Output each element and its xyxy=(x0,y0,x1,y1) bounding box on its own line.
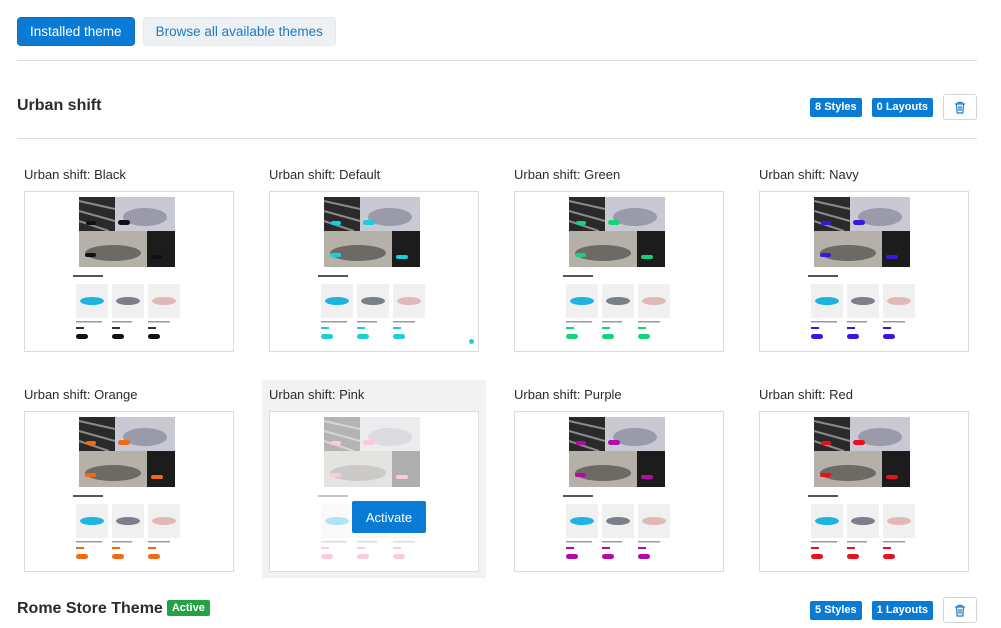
style-card[interactable]: Urban shift: Black xyxy=(17,160,241,358)
style-preview-thumbnail[interactable] xyxy=(514,411,724,572)
style-card[interactable]: Urban shift: Red xyxy=(752,380,976,578)
layouts-count-badge: 0 Layouts xyxy=(871,97,933,117)
delete-theme-button[interactable] xyxy=(943,94,977,120)
style-card[interactable]: Urban shift: Default xyxy=(262,160,486,358)
style-card-label: Urban shift: Orange xyxy=(24,387,138,402)
chat-bubble-icon xyxy=(469,339,474,344)
divider xyxy=(17,138,977,139)
trash-icon xyxy=(955,101,965,114)
storefront-preview-image xyxy=(808,417,915,559)
styles-count-badge: 5 Styles xyxy=(810,600,862,620)
style-card-label: Urban shift: Red xyxy=(759,387,853,402)
theme-badges: 8 Styles 0 Layouts xyxy=(810,94,977,120)
active-badge: Active xyxy=(166,600,210,616)
styles-count-badge: 8 Styles xyxy=(810,97,862,117)
activate-style-button[interactable]: Activate xyxy=(352,501,426,533)
storefront-preview-image xyxy=(73,417,180,559)
theme-title-rome-store: Rome Store Theme Active xyxy=(17,600,210,618)
trash-icon xyxy=(955,604,965,617)
style-preview-thumbnail[interactable] xyxy=(759,411,969,572)
divider xyxy=(17,60,977,61)
installed-theme-tab[interactable]: Installed theme xyxy=(17,17,135,46)
style-card-label: Urban shift: Black xyxy=(24,167,126,182)
style-card-label: Urban shift: Navy xyxy=(759,167,859,182)
layouts-count-badge: 1 Layouts xyxy=(871,600,933,620)
theme-tabs: Installed theme Browse all available the… xyxy=(17,17,336,46)
storefront-preview-image xyxy=(808,197,915,339)
style-card[interactable]: Urban shift: Purple xyxy=(507,380,731,578)
style-preview-thumbnail[interactable] xyxy=(24,411,234,572)
theme-title-urban-shift: Urban shift xyxy=(17,97,102,114)
style-card[interactable]: Urban shift: Green xyxy=(507,160,731,358)
storefront-preview-image xyxy=(563,417,670,559)
style-card[interactable]: Urban shift: Navy xyxy=(752,160,976,358)
storefront-preview-image xyxy=(318,417,425,559)
style-card-label: Urban shift: Green xyxy=(514,167,621,182)
style-card-label: Urban shift: Default xyxy=(269,167,381,182)
style-preview-thumbnail[interactable] xyxy=(514,191,724,352)
style-card[interactable]: Urban shift: Orange xyxy=(17,380,241,578)
style-preview-thumbnail[interactable]: Activate xyxy=(269,411,479,572)
theme-name: Rome Store Theme xyxy=(17,600,163,617)
style-card-label: Urban shift: Purple xyxy=(514,387,622,402)
delete-theme-button[interactable] xyxy=(943,597,977,623)
style-preview-thumbnail[interactable] xyxy=(269,191,479,352)
storefront-preview-image xyxy=(563,197,670,339)
style-preview-thumbnail[interactable] xyxy=(24,191,234,352)
style-card-label: Urban shift: Pink xyxy=(269,387,365,402)
storefront-preview-image xyxy=(73,197,180,339)
style-preview-thumbnail[interactable] xyxy=(759,191,969,352)
style-card[interactable]: Urban shift: Pink Activate xyxy=(262,380,486,578)
theme-badges: 5 Styles 1 Layouts xyxy=(810,597,977,623)
browse-themes-tab[interactable]: Browse all available themes xyxy=(142,17,336,46)
storefront-preview-image xyxy=(318,197,425,339)
